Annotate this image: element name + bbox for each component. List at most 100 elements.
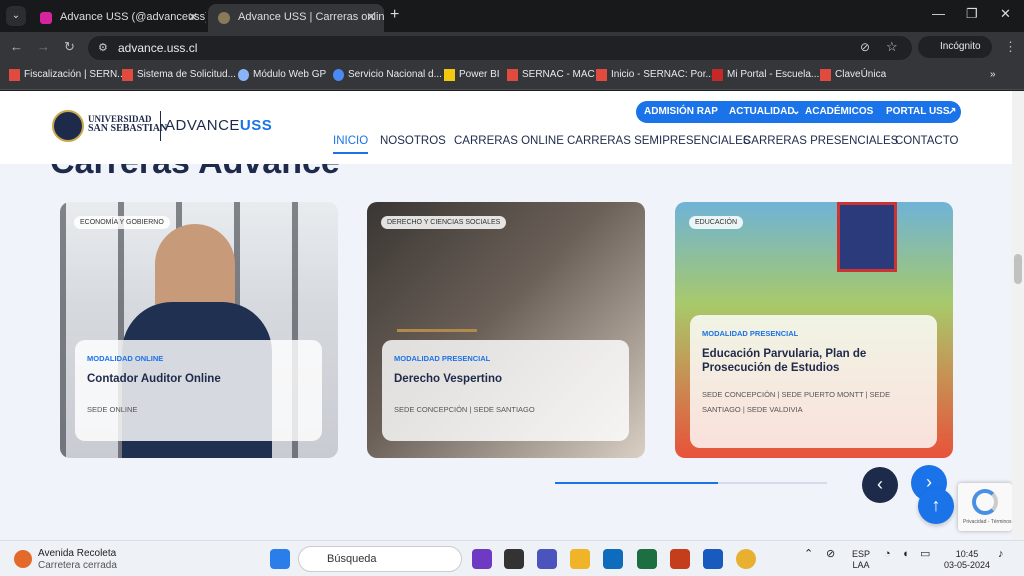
logo-divider [160, 111, 161, 141]
bookmark-label: Fiscalización | SERN... [24, 69, 126, 80]
uss-wordmark[interactable]: UNIVERSIDAD SAN SEBASTIAN [88, 115, 168, 134]
bookmark-star-icon[interactable]: ☆ [886, 39, 898, 55]
teams-icon[interactable] [537, 549, 557, 569]
battery-icon[interactable]: ▭ [920, 549, 930, 560]
actualidad-link[interactable]: ACTUALIDAD [729, 106, 795, 117]
portal-uss-link[interactable]: PORTAL USS [886, 106, 950, 117]
bookmark-item[interactable]: Power BI [444, 69, 500, 81]
chevron-down-icon: ⌄ [792, 106, 801, 117]
word-icon[interactable] [703, 549, 723, 569]
bookmark-item[interactable]: Fiscalización | SERN... [9, 69, 126, 81]
back-icon[interactable]: ← [10, 39, 23, 54]
minimize-icon[interactable]: — [932, 6, 945, 21]
network-off-icon[interactable]: ⊘ [826, 549, 835, 560]
forward-icon[interactable]: → [37, 39, 50, 54]
notification-bell-icon[interactable]: ♪ [998, 549, 1004, 560]
close-tab-icon[interactable]: ✕ [188, 10, 198, 24]
restore-icon[interactable]: ❐ [966, 6, 978, 22]
bookmark-label: ClaveÚnica [835, 69, 887, 80]
career-card[interactable]: DERECHO Y CIENCIAS SOCIALES MODALIDAD PR… [367, 202, 645, 458]
tab-advance[interactable]: Advance USS | Carreras online, s ✕ [208, 4, 384, 32]
nav-carreras-semipresenciales[interactable]: CARRERAS SEMIPRESENCIALES [567, 135, 750, 147]
nav-contacto[interactable]: CONTACTO [895, 135, 958, 147]
web-page: Carreras Advance UNIVERSIDADSAN SEBASTIA… [0, 91, 1012, 540]
bookmark-item[interactable]: Sistema de Solicitud... [122, 69, 236, 81]
store-icon[interactable] [603, 549, 623, 569]
nav-carreras-online[interactable]: CARRERAS ONLINE [454, 135, 564, 147]
scroll-top-button[interactable]: ↑ [918, 488, 954, 524]
uss-seal-logo[interactable] [52, 110, 84, 142]
incognito-label: Incógnito [940, 41, 981, 52]
reload-icon[interactable]: ↻ [64, 39, 75, 55]
site-info-icon[interactable]: ⚙ [98, 41, 108, 54]
task-view-icon[interactable] [504, 549, 524, 569]
tab-instagram[interactable]: Advance USS (@advanceuss) • Inst ✕ [30, 4, 206, 32]
admision-rap-link[interactable]: ADMISIÓN RAP [644, 106, 718, 117]
tab-title: Advance USS (@advanceuss) • Inst [60, 11, 206, 23]
campus-list: SEDE ONLINE [87, 405, 138, 414]
bookmark-icon [333, 69, 344, 81]
career-name[interactable]: Contador Auditor Online [87, 372, 310, 386]
tab-title: Advance USS | Carreras online, s [238, 11, 384, 23]
taskbar-search[interactable]: Búsqueda [298, 546, 462, 572]
start-icon[interactable] [270, 549, 290, 569]
weather-subtitle: Carretera cerrada [38, 560, 117, 571]
clock[interactable]: 10:45 03-05-2024 [944, 549, 990, 571]
recaptcha-text[interactable]: Privacidad - Términos [963, 519, 1012, 525]
page-scrollbar[interactable] [1012, 91, 1024, 540]
copilot-icon[interactable] [472, 549, 492, 569]
category-tag: ECONOMÍA Y GOBIERNO [74, 216, 170, 229]
url-text[interactable]: advance.uss.cl [118, 41, 197, 55]
scrollbar-thumb[interactable] [1014, 254, 1022, 284]
logo-advance: ADVANCE [165, 117, 240, 134]
career-name[interactable]: Educación Parvularia, Plan de Prosecució… [702, 347, 925, 375]
close-tab-icon[interactable]: ✕ [366, 10, 376, 24]
powerpoint-icon[interactable] [670, 549, 690, 569]
bookmark-item[interactable]: Módulo Web GP [238, 69, 327, 81]
volume-icon[interactable]: ◖ [902, 549, 909, 560]
file-explorer-icon[interactable] [570, 549, 590, 569]
eye-off-icon[interactable]: ⊘ [860, 40, 870, 54]
nav-carreras-presenciales[interactable]: CARRERAS PRESENCIALES [743, 135, 898, 147]
advance-logo[interactable]: ADVANCEUSS [165, 117, 272, 134]
new-tab-button[interactable]: + [390, 6, 399, 24]
address-bar[interactable]: ⚙ advance.uss.cl ⊘ ☆ [88, 36, 912, 60]
wifi-icon[interactable]: ◔ [884, 549, 891, 560]
carousel-prev-button[interactable]: ‹ [862, 467, 898, 503]
logo-university2: SAN SEBASTIAN [88, 123, 168, 134]
external-link-icon: ↗ [948, 106, 957, 117]
bookmarks-bar: Fiscalización | SERN... Sistema de Solic… [0, 62, 1024, 90]
bookmark-icon [820, 69, 831, 81]
bookmark-item[interactable]: Mi Portal - Escuela... [712, 69, 820, 81]
incognito-badge[interactable]: Incógnito [918, 36, 992, 58]
tab-search-button[interactable]: ⌄ [6, 6, 26, 26]
nav-inicio[interactable]: INICIO [333, 135, 369, 154]
menu-icon[interactable]: ⋮ [1004, 39, 1017, 55]
recaptcha-badge[interactable]: Privacidad - Términos [958, 483, 1012, 531]
chevron-left-icon: ‹ [877, 474, 883, 494]
bookmark-item[interactable]: SERNAC - MAC [507, 69, 595, 81]
bookmark-label: Módulo Web GP [253, 69, 327, 80]
nav-nosotros[interactable]: NOSOTROS [380, 135, 446, 147]
show-hidden-icons[interactable]: ⌃ [804, 549, 813, 560]
more-bookmarks-icon[interactable]: » [990, 69, 996, 80]
bookmark-label: Sistema de Solicitud... [137, 69, 236, 80]
bookmark-item[interactable]: ClaveÚnica [820, 69, 887, 81]
globe-icon [238, 69, 249, 81]
career-card[interactable]: EDUCACIÓN MODALIDAD PRESENCIAL Educación… [675, 202, 953, 458]
chrome-icon[interactable] [736, 549, 756, 569]
bookmark-label: Mi Portal - Escuela... [727, 69, 820, 80]
bookmark-item[interactable]: Inicio - SERNAC: Por... [596, 69, 714, 81]
modality-label: MODALIDAD PRESENCIAL [702, 329, 799, 338]
close-window-icon[interactable]: ✕ [1000, 6, 1011, 22]
weather-widget[interactable]: Avenida Recoleta Carretera cerrada [14, 548, 117, 572]
site-header: UNIVERSIDAD SAN SEBASTIAN ADVANCEUSS ADMI… [0, 91, 1012, 164]
excel-icon[interactable] [637, 549, 657, 569]
career-card[interactable]: ECONOMÍA Y GOBIERNO MODALIDAD ONLINE Con… [60, 202, 338, 458]
language-indicator[interactable]: ESP LAA [852, 549, 870, 571]
modality-label: MODALIDAD ONLINE [87, 354, 164, 363]
career-name[interactable]: Derecho Vespertino [394, 372, 617, 386]
academicos-link[interactable]: ACADÉMICOS [805, 106, 873, 117]
bookmark-item[interactable]: Servicio Nacional d... [333, 69, 442, 81]
card-info-panel: MODALIDAD ONLINE Contador Auditor Online… [75, 340, 322, 441]
